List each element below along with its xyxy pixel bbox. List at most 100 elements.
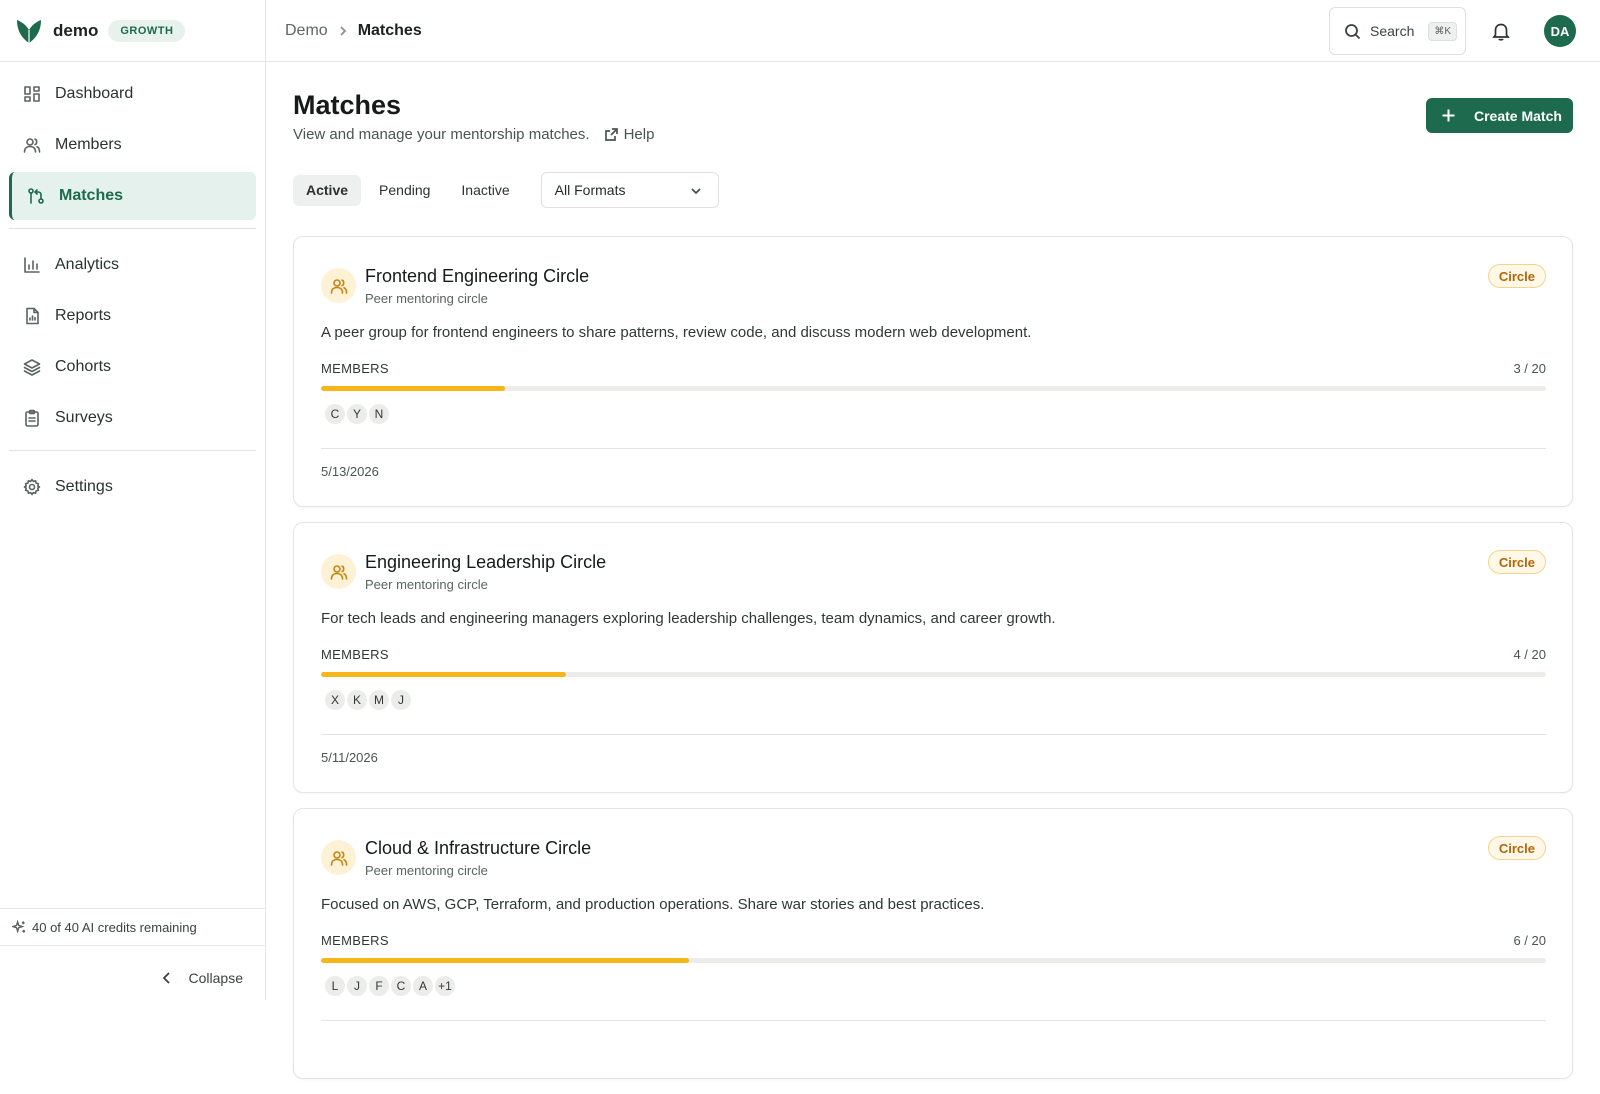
users-icon [330, 563, 348, 581]
sidebar-item-label: Cohorts [55, 358, 111, 376]
git-pull-icon [27, 187, 45, 205]
chevron-down-icon [690, 185, 702, 197]
member-avatar[interactable]: +1 [433, 974, 457, 998]
match-title[interactable]: Engineering Leadership Circle [365, 552, 606, 573]
brand: demo GROWTH [0, 0, 265, 62]
chevron-right-icon [337, 25, 349, 37]
match-card[interactable]: Engineering Leadership Circle Peer mento… [293, 522, 1573, 793]
match-card[interactable]: Cloud & Infrastructure Circle Peer mento… [293, 808, 1573, 1079]
sidebar-item-settings[interactable]: Settings [9, 463, 256, 511]
dashboard-icon [23, 85, 41, 103]
match-list: Frontend Engineering Circle Peer mentori… [293, 236, 1573, 1094]
circle-icon-wrap [321, 268, 356, 303]
member-avatars: CYN [323, 402, 389, 426]
match-date: 5/13/2026 [321, 464, 379, 479]
member-avatar[interactable]: J [389, 688, 413, 712]
help-link[interactable]: Help [604, 126, 655, 143]
tab-pending[interactable]: Pending [366, 175, 443, 206]
members-progress [321, 386, 1546, 391]
search-button[interactable]: Search ⌘K [1329, 7, 1466, 55]
match-date: 5/11/2026 [321, 750, 378, 765]
collapse-button[interactable]: Collapse [159, 970, 243, 986]
bar-chart-icon [23, 256, 41, 274]
chevron-left-icon [159, 970, 175, 986]
collapse-label: Collapse [189, 970, 243, 986]
sidebar-item-analytics[interactable]: Analytics [9, 241, 256, 289]
sidebar-item-dashboard[interactable]: Dashboard [9, 70, 256, 118]
members-progress-fill [321, 958, 689, 963]
member-avatar[interactable]: F [367, 974, 391, 998]
match-type-badge: Circle [1488, 836, 1546, 860]
ai-credits: 40 of 40 AI credits remaining [0, 908, 265, 946]
member-avatar[interactable]: C [389, 974, 413, 998]
users-icon [330, 277, 348, 295]
plan-badge: GROWTH [108, 20, 185, 42]
help-label: Help [624, 126, 655, 143]
sidebar-item-matches[interactable]: Matches [9, 172, 256, 220]
match-type-badge: Circle [1488, 550, 1546, 574]
brand-name: demo [53, 21, 98, 41]
search-icon [1344, 23, 1361, 40]
card-divider [321, 448, 1546, 449]
member-avatars: XKMJ [323, 688, 411, 712]
create-match-button[interactable]: Create Match [1426, 98, 1573, 133]
page-subtitle: View and manage your mentorship matches.… [293, 126, 654, 143]
match-title[interactable]: Frontend Engineering Circle [365, 266, 589, 287]
sidebar-item-label: Matches [59, 187, 123, 205]
circle-icon-wrap [321, 554, 356, 589]
sidebar-item-reports[interactable]: Reports [9, 292, 256, 340]
sidebar: demo GROWTH Dashboard Members Matches An… [0, 0, 266, 1000]
sidebar-item-label: Dashboard [55, 85, 133, 103]
search-shortcut: ⌘K [1428, 22, 1457, 41]
sidebar-nav: Dashboard Members Matches Analytics Repo… [0, 62, 265, 522]
members-progress-fill [321, 386, 505, 391]
member-avatar[interactable]: X [323, 688, 347, 712]
sidebar-item-label: Members [55, 136, 122, 154]
match-subtitle: Peer mentoring circle [365, 863, 488, 878]
member-avatar[interactable]: N [367, 402, 391, 426]
member-avatar[interactable]: M [367, 688, 391, 712]
match-card[interactable]: Frontend Engineering Circle Peer mentori… [293, 236, 1573, 507]
match-subtitle: Peer mentoring circle [365, 291, 488, 306]
page-title: Matches [293, 90, 401, 121]
layers-icon [23, 358, 41, 376]
member-avatar[interactable]: Y [345, 402, 369, 426]
sidebar-item-label: Analytics [55, 256, 119, 274]
sidebar-item-members[interactable]: Members [9, 121, 256, 169]
member-avatar[interactable]: A [411, 974, 435, 998]
bell-icon[interactable] [1490, 20, 1512, 42]
external-link-icon [604, 127, 619, 142]
format-select[interactable]: All Formats [541, 172, 719, 208]
tab-inactive[interactable]: Inactive [448, 175, 522, 206]
breadcrumb-current: Matches [358, 22, 422, 40]
members-label: MEMBERS [321, 933, 389, 948]
page-subtitle-text: View and manage your mentorship matches. [293, 126, 590, 143]
match-subtitle: Peer mentoring circle [365, 577, 488, 592]
user-avatar[interactable]: DA [1544, 15, 1576, 47]
member-avatar[interactable]: C [323, 402, 347, 426]
breadcrumb-root[interactable]: Demo [285, 22, 328, 40]
gear-icon [23, 478, 41, 496]
match-title[interactable]: Cloud & Infrastructure Circle [365, 838, 591, 859]
main-content: Matches View and manage your mentorship … [266, 62, 1600, 1000]
match-description: A peer group for frontend engineers to s… [321, 324, 1031, 341]
users-icon [330, 849, 348, 867]
members-progress-fill [321, 672, 566, 677]
topbar: Demo Matches Search ⌘K DA [266, 0, 1600, 62]
plus-icon [1441, 108, 1456, 123]
member-avatar[interactable]: J [345, 974, 369, 998]
members-progress [321, 958, 1546, 963]
member-avatars: LJFCA+1 [323, 974, 455, 998]
format-select-value: All Formats [555, 182, 626, 198]
match-description: Focused on AWS, GCP, Terraform, and prod… [321, 896, 984, 913]
member-avatar[interactable]: L [323, 974, 347, 998]
tab-active[interactable]: Active [293, 175, 361, 206]
match-type-badge: Circle [1488, 264, 1546, 288]
members-label: MEMBERS [321, 361, 389, 376]
sidebar-item-surveys[interactable]: Surveys [9, 394, 256, 442]
sidebar-item-cohorts[interactable]: Cohorts [9, 343, 256, 391]
member-avatar[interactable]: K [345, 688, 369, 712]
members-progress [321, 672, 1546, 677]
create-match-label: Create Match [1474, 108, 1562, 124]
circle-icon-wrap [321, 840, 356, 875]
